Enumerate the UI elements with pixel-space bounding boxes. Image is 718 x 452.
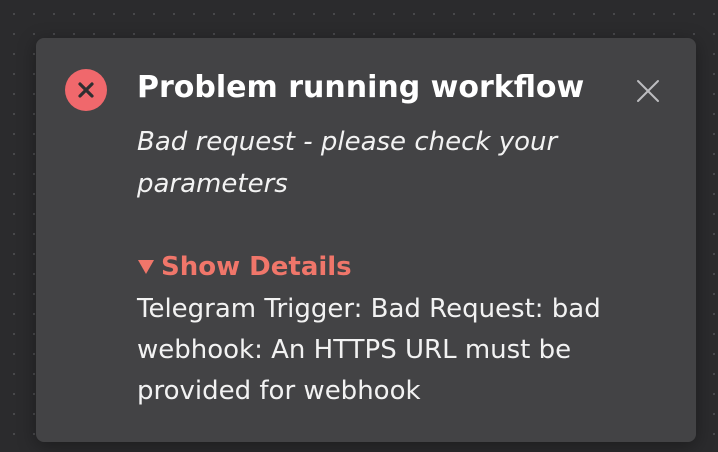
show-details-label[interactable]: Show Details [161,249,352,285]
show-details-toggle[interactable]: Show Details [137,249,352,285]
close-icon[interactable] [636,79,660,103]
notification-title: Problem running workflow [137,70,585,105]
x-mark-icon [78,82,94,98]
error-icon [65,69,107,111]
error-notification: Problem running workflow Bad request - p… [36,38,696,442]
error-details-text: Telegram Trigger: Bad Request: bad webho… [137,294,601,406]
notification-message: Bad request - please check your paramete… [137,127,558,199]
close-button[interactable] [632,75,664,107]
triangle-down-icon[interactable] [137,259,155,275]
